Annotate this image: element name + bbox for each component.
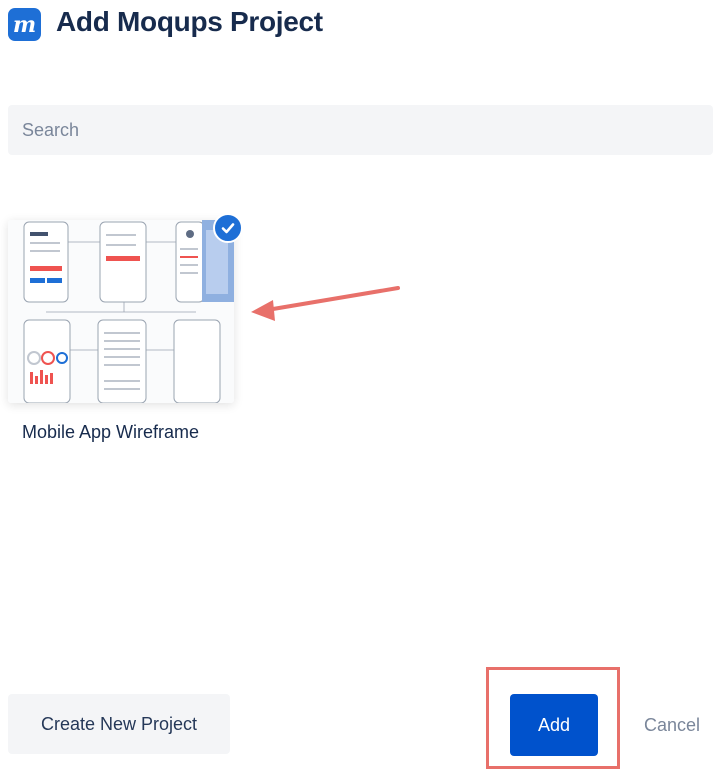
project-name: Mobile App Wireframe [22, 422, 200, 442]
project-thumbnail [8, 220, 234, 403]
cancel-button[interactable]: Cancel [640, 694, 704, 756]
moqups-logo-icon: m [8, 8, 41, 41]
dialog-title: Add Moqups Project [56, 6, 323, 37]
add-button[interactable]: Add [510, 694, 598, 756]
annotation-arrow-icon [251, 286, 400, 321]
project-card[interactable] [8, 220, 234, 403]
selected-check-icon [213, 213, 243, 243]
search-input[interactable] [8, 105, 713, 155]
create-new-project-button[interactable]: Create New Project [8, 694, 230, 754]
